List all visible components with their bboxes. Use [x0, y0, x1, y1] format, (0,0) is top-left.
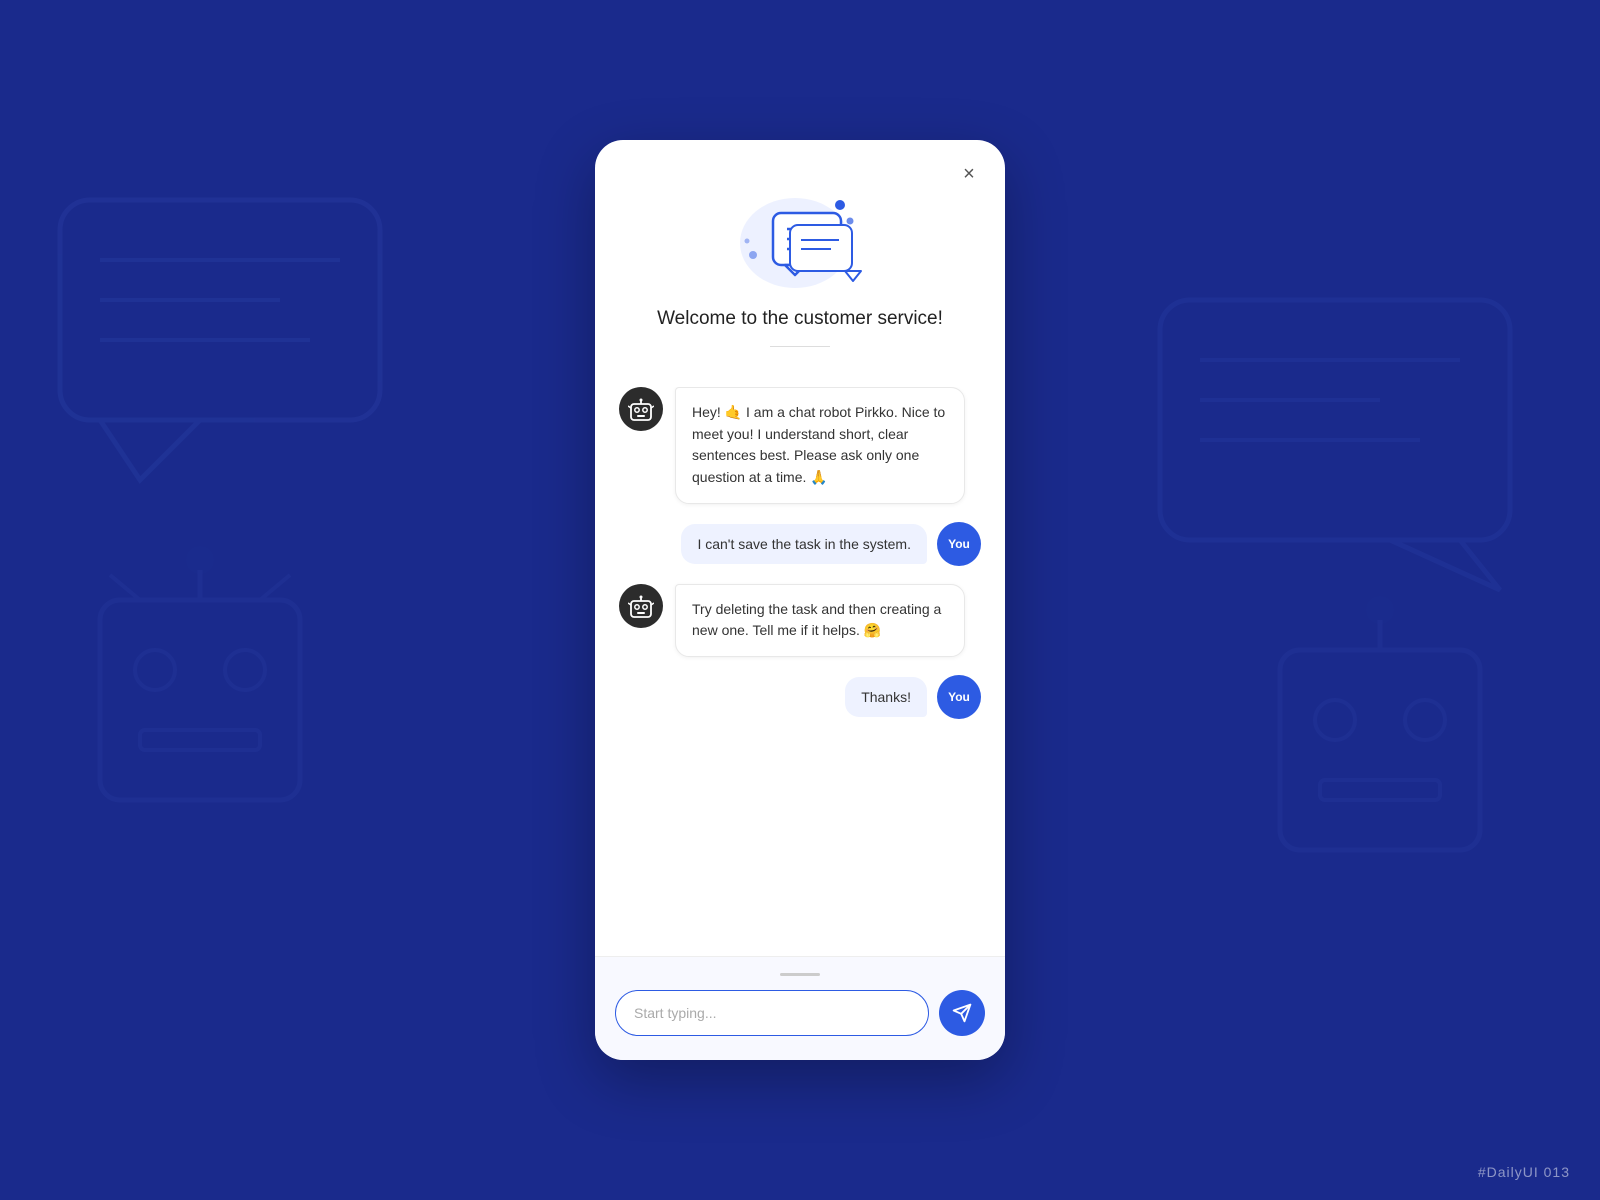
messages-area: Hey! 🤙 I am a chat robot Pirkko. Nice to…	[595, 387, 1005, 956]
send-icon	[952, 1003, 972, 1023]
chat-input[interactable]	[615, 990, 929, 1036]
bot-message-1: Hey! 🤙 I am a chat robot Pirkko. Nice to…	[619, 387, 981, 504]
input-row	[615, 990, 985, 1036]
close-button[interactable]: ×	[953, 158, 985, 190]
user-message-2: Thanks! You	[619, 675, 981, 719]
user-message-1: I can't save the task in the system. You	[619, 522, 981, 566]
welcome-title: Welcome to the customer service!	[657, 308, 943, 330]
bot-face-icon	[628, 396, 654, 422]
chat-footer	[595, 956, 1005, 1060]
chat-modal: ×	[595, 140, 1005, 1060]
bot-bubble-2: Try deleting the task and then creating …	[675, 584, 965, 657]
chat-icon-wrapper	[735, 180, 865, 290]
user-bubble-2: Thanks!	[845, 677, 927, 717]
footer-handle	[615, 973, 985, 976]
user-avatar-1: You	[937, 522, 981, 566]
bot-message-2: Try deleting the task and then creating …	[619, 584, 981, 657]
chat-bubbles-icon	[735, 183, 865, 288]
chat-header: Welcome to the customer service!	[595, 140, 1005, 387]
bot-face-icon-2	[628, 593, 654, 619]
header-divider	[770, 346, 830, 347]
daily-ui-label: #DailyUI 013	[1478, 1164, 1570, 1180]
bot-bubble-1: Hey! 🤙 I am a chat robot Pirkko. Nice to…	[675, 387, 965, 504]
handle-bar	[780, 973, 820, 976]
user-avatar-2: You	[937, 675, 981, 719]
user-bubble-1: I can't save the task in the system.	[681, 524, 927, 564]
send-button[interactable]	[939, 990, 985, 1036]
bot-avatar-2	[619, 584, 663, 628]
bot-avatar-1	[619, 387, 663, 431]
